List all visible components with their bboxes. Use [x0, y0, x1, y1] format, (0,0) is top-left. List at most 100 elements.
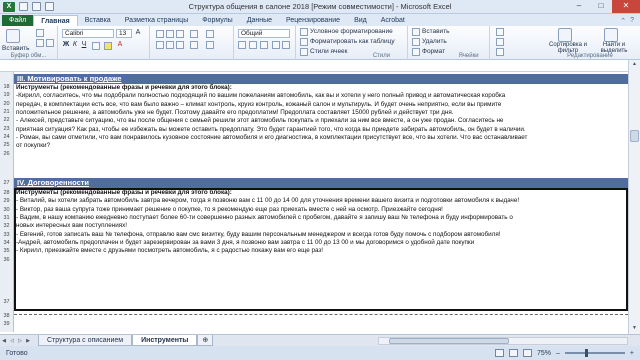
- italic-button[interactable]: К: [71, 41, 79, 48]
- row-header[interactable]: [0, 72, 14, 82]
- format-as-table-button[interactable]: Форматировать как таблицу: [310, 38, 395, 45]
- copy-icon[interactable]: [36, 39, 44, 47]
- row-headers-section3[interactable]: 18 19 20 21 22 23 24 25 26: [0, 82, 14, 157]
- bold-button[interactable]: Ж: [62, 41, 70, 48]
- indent-icon[interactable]: [190, 41, 198, 49]
- wrap-text-icon[interactable]: [206, 30, 214, 38]
- text-line: новых интересных вам поступлениях!: [16, 222, 128, 230]
- scroll-down-icon[interactable]: ▼: [630, 325, 639, 333]
- zoom-in-icon[interactable]: +: [630, 350, 634, 357]
- tab-page-layout[interactable]: Разметка страницы: [118, 15, 196, 26]
- normal-view-icon[interactable]: [494, 349, 504, 357]
- font-name-combo[interactable]: Calibri: [62, 29, 114, 38]
- row-headers-section4[interactable]: 28 29 30 31 32 33 34 35 36 37: [0, 188, 14, 312]
- text-line: - Виталий, вы хотели забрать автомобиль …: [16, 197, 520, 205]
- zoom-slider-handle[interactable]: [585, 349, 589, 357]
- zoom-level[interactable]: 75%: [537, 350, 551, 357]
- ribbon: Вставить Буфер обм... Calibri 13 A Ж К Ч…: [0, 26, 640, 60]
- cell-styles-button[interactable]: Стили ячеек: [310, 48, 348, 55]
- clear-icon[interactable]: [496, 48, 504, 56]
- insert-cells-button[interactable]: Вставить: [422, 28, 450, 35]
- increase-decimal-icon[interactable]: [272, 41, 280, 49]
- orientation-icon[interactable]: [190, 30, 198, 38]
- editing-group: Сортировка и фильтр Найти и выделить Ред…: [490, 26, 640, 60]
- align-left-icon[interactable]: [156, 41, 164, 49]
- format-cells-button[interactable]: Формат: [422, 48, 445, 55]
- horizontal-scrollbar[interactable]: [378, 336, 628, 345]
- sheet-tab-tools[interactable]: Инструменты: [132, 335, 198, 346]
- text-line: -Андрей, автомобиль предоплачен и будет …: [16, 239, 475, 247]
- close-button[interactable]: ✕: [612, 0, 640, 13]
- editing-group-label: Редактирование: [567, 53, 613, 59]
- align-bottom-icon[interactable]: [176, 30, 184, 38]
- text-line: передач, в комплектации есть все, что ва…: [16, 100, 502, 108]
- text-line: Инструменты (рекомендованные фразы и реч…: [16, 84, 232, 91]
- format-painter-icon[interactable]: [46, 39, 54, 47]
- scroll-up-icon[interactable]: ▲: [630, 61, 639, 69]
- row-headers-tail[interactable]: 38 39: [0, 312, 14, 332]
- tab-acrobat[interactable]: Acrobat: [374, 15, 412, 26]
- align-right-icon[interactable]: [176, 41, 184, 49]
- autosum-icon[interactable]: [496, 28, 504, 36]
- save-icon[interactable]: [19, 2, 28, 11]
- page-break-line: [14, 314, 628, 315]
- percent-icon[interactable]: [249, 41, 257, 49]
- row-header[interactable]: 27: [0, 178, 14, 188]
- currency-icon[interactable]: [238, 41, 246, 49]
- align-top-icon[interactable]: [156, 30, 164, 38]
- paste-label[interactable]: Вставить: [2, 45, 30, 52]
- row-header[interactable]: [0, 156, 14, 178]
- zoom-slider[interactable]: [564, 349, 625, 357]
- tab-formulas[interactable]: Формулы: [195, 15, 239, 26]
- decrease-decimal-icon[interactable]: [282, 41, 290, 49]
- scroll-thumb[interactable]: [630, 130, 639, 142]
- conditional-format-button[interactable]: Условное форматирование: [310, 28, 393, 35]
- underline-button[interactable]: Ч: [80, 41, 88, 48]
- cut-icon[interactable]: [36, 29, 44, 37]
- tab-review[interactable]: Рецензирование: [279, 15, 347, 26]
- excel-icon[interactable]: X: [3, 1, 15, 12]
- tab-file[interactable]: Файл: [2, 15, 34, 26]
- tab-data[interactable]: Данные: [240, 15, 279, 26]
- fill-icon[interactable]: [496, 38, 504, 46]
- font-size-combo[interactable]: 13: [116, 29, 132, 38]
- status-bar: Готово 75% – +: [0, 346, 640, 360]
- chevron-up-icon[interactable]: ⌃: [620, 17, 626, 25]
- minimize-button[interactable]: –: [568, 0, 590, 13]
- find-select-icon[interactable]: [604, 28, 618, 42]
- borders-icon[interactable]: [92, 42, 100, 50]
- horizontal-scroll-thumb[interactable]: [389, 337, 509, 344]
- prev-sheet-icon[interactable]: ◁: [8, 338, 16, 344]
- fill-color-icon[interactable]: [104, 42, 112, 50]
- text-line: - Роман, вы сами отметили, что вам понра…: [16, 134, 528, 142]
- sheet-tab-structure[interactable]: Структура с описанием: [38, 335, 133, 346]
- align-middle-icon[interactable]: [166, 30, 174, 38]
- paste-icon[interactable]: [6, 29, 20, 43]
- first-sheet-icon[interactable]: ◀: [0, 338, 8, 344]
- last-sheet-icon[interactable]: ▶: [24, 338, 32, 344]
- tab-home[interactable]: Главная: [33, 15, 78, 26]
- page-layout-view-icon[interactable]: [508, 349, 518, 357]
- worksheet[interactable]: 18 19 20 21 22 23 24 25 26 27 28 29 30 31 32 33 34…: [0, 72, 628, 332]
- delete-cells-button[interactable]: Удалить: [422, 38, 447, 45]
- page-break-view-icon[interactable]: [522, 349, 532, 357]
- sort-filter-icon[interactable]: [558, 28, 572, 42]
- thousands-icon[interactable]: [260, 41, 268, 49]
- align-center-icon[interactable]: [166, 41, 174, 49]
- formula-bar[interactable]: [0, 60, 640, 72]
- zoom-out-icon[interactable]: –: [556, 350, 560, 357]
- tab-view[interactable]: Вид: [347, 15, 374, 26]
- help-icon[interactable]: ?: [630, 17, 634, 24]
- next-sheet-icon[interactable]: ▷: [16, 338, 24, 344]
- maximize-button[interactable]: □: [590, 0, 612, 13]
- grow-font-icon[interactable]: A: [134, 29, 142, 36]
- number-format-combo[interactable]: Общий: [238, 29, 290, 38]
- merge-cells-icon[interactable]: [206, 41, 214, 49]
- tab-insert[interactable]: Вставка: [78, 15, 118, 26]
- new-sheet-icon[interactable]: ⊕: [197, 335, 214, 346]
- undo-icon[interactable]: [32, 2, 41, 11]
- redo-icon[interactable]: [45, 2, 54, 11]
- font-color-icon[interactable]: A: [116, 41, 124, 48]
- delete-cells-icon: [412, 38, 420, 46]
- vertical-scrollbar[interactable]: ▲ ▼: [628, 60, 640, 334]
